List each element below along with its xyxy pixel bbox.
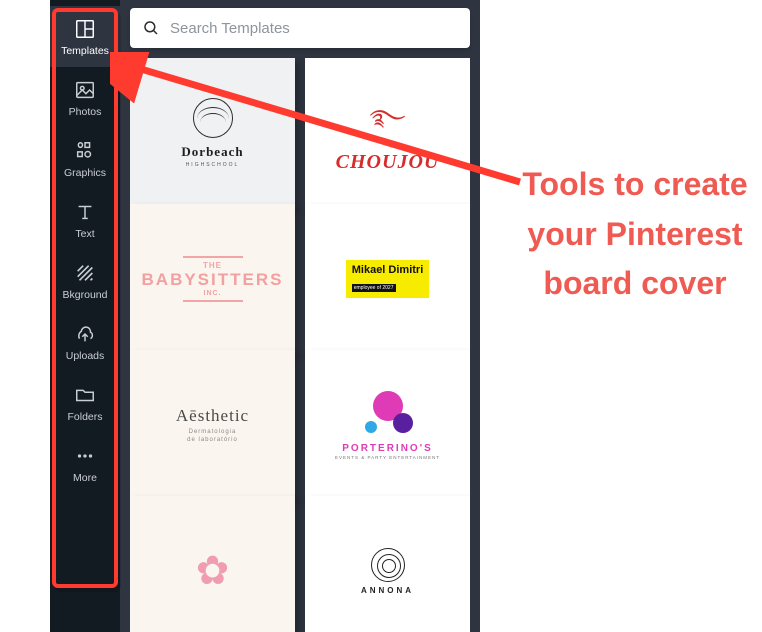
template-card[interactable]: PORTERINO'S EVENTS & PARTY ENTERTAINMENT [305,350,470,500]
annotation-text: Tools to create your Pinterest board cov… [515,160,755,309]
sidebar-item-label: Bkground [63,289,108,301]
template-topword: THE [203,261,222,270]
sidebar-item-label: Folders [67,411,102,423]
templates-panel: Dorbeach HIGHSCHOOL ࿐ CHOUJOU THE BABYSI… [120,0,480,632]
logo-icon [193,98,233,138]
sidebar-item-background[interactable]: Bkground [50,250,120,311]
template-subtitle: employee of 2027 [352,284,396,292]
sidebar-item-more[interactable]: More [50,433,120,494]
template-card[interactable]: Dorbeach HIGHSCHOOL [130,58,295,208]
dots-icon [353,391,423,439]
sidebar-item-label: Photos [69,106,102,118]
uploads-icon [74,323,96,345]
template-card[interactable]: THE BABYSITTERS INC. [130,204,295,354]
template-card[interactable]: ࿐ CHOUJOU [305,58,470,208]
template-subtitle: Dermatologia de laboratório [187,428,238,445]
templates-icon [74,18,96,40]
text-icon [74,201,96,223]
template-grid: Dorbeach HIGHSCHOOL ࿐ CHOUJOU THE BABYSI… [130,58,470,632]
sidebar-item-label: Templates [61,45,109,57]
template-title: Dorbeach [181,144,243,160]
sidebar-item-label: More [73,472,97,484]
template-card[interactable]: Mikael Dimitri employee of 2027 [305,204,470,354]
more-icon [74,445,96,467]
graphics-icon [74,140,96,162]
template-subtitle: INC. [204,290,222,297]
swirl-icon: ࿐ [370,93,406,155]
search-input[interactable] [170,20,458,37]
background-icon [74,262,96,284]
search-icon [142,19,160,37]
sidebar-item-label: Uploads [66,350,105,362]
spiral-icon [371,548,405,582]
template-title: Aēsthetic [176,406,249,426]
folders-icon [74,384,96,406]
template-card[interactable]: Aēsthetic Dermatologia de laboratório [130,350,295,500]
sidebar-item-text[interactable]: Text [50,189,120,250]
sidebar-item-uploads[interactable]: Uploads [50,311,120,372]
template-title: BABYSITTERS [142,270,284,290]
sidebar-item-label: Graphics [64,167,106,179]
sidebar-item-folders[interactable]: Folders [50,372,120,433]
template-title: Mikael Dimitri [352,264,424,276]
sidebar-item-photos[interactable]: Photos [50,67,120,128]
editor-frame: Templates Photos Graphics [50,0,480,632]
template-card[interactable]: ✿ [130,496,295,632]
photos-icon [74,79,96,101]
template-title: ANNONA [361,586,414,595]
tools-sidebar: Templates Photos Graphics [50,0,120,632]
template-card[interactable]: ANNONA [305,496,470,632]
template-title: CHOUJOU [336,151,440,174]
template-subtitle: EVENTS & PARTY ENTERTAINMENT [335,455,440,460]
flower-icon: ✿ [196,548,230,594]
search-bar[interactable] [130,8,470,48]
sidebar-item-label: Text [75,228,94,240]
sidebar-item-graphics[interactable]: Graphics [50,128,120,189]
template-title: PORTERINO'S [342,443,433,454]
template-subtitle: HIGHSCHOOL [186,162,240,168]
sidebar-item-templates[interactable]: Templates [50,6,120,67]
